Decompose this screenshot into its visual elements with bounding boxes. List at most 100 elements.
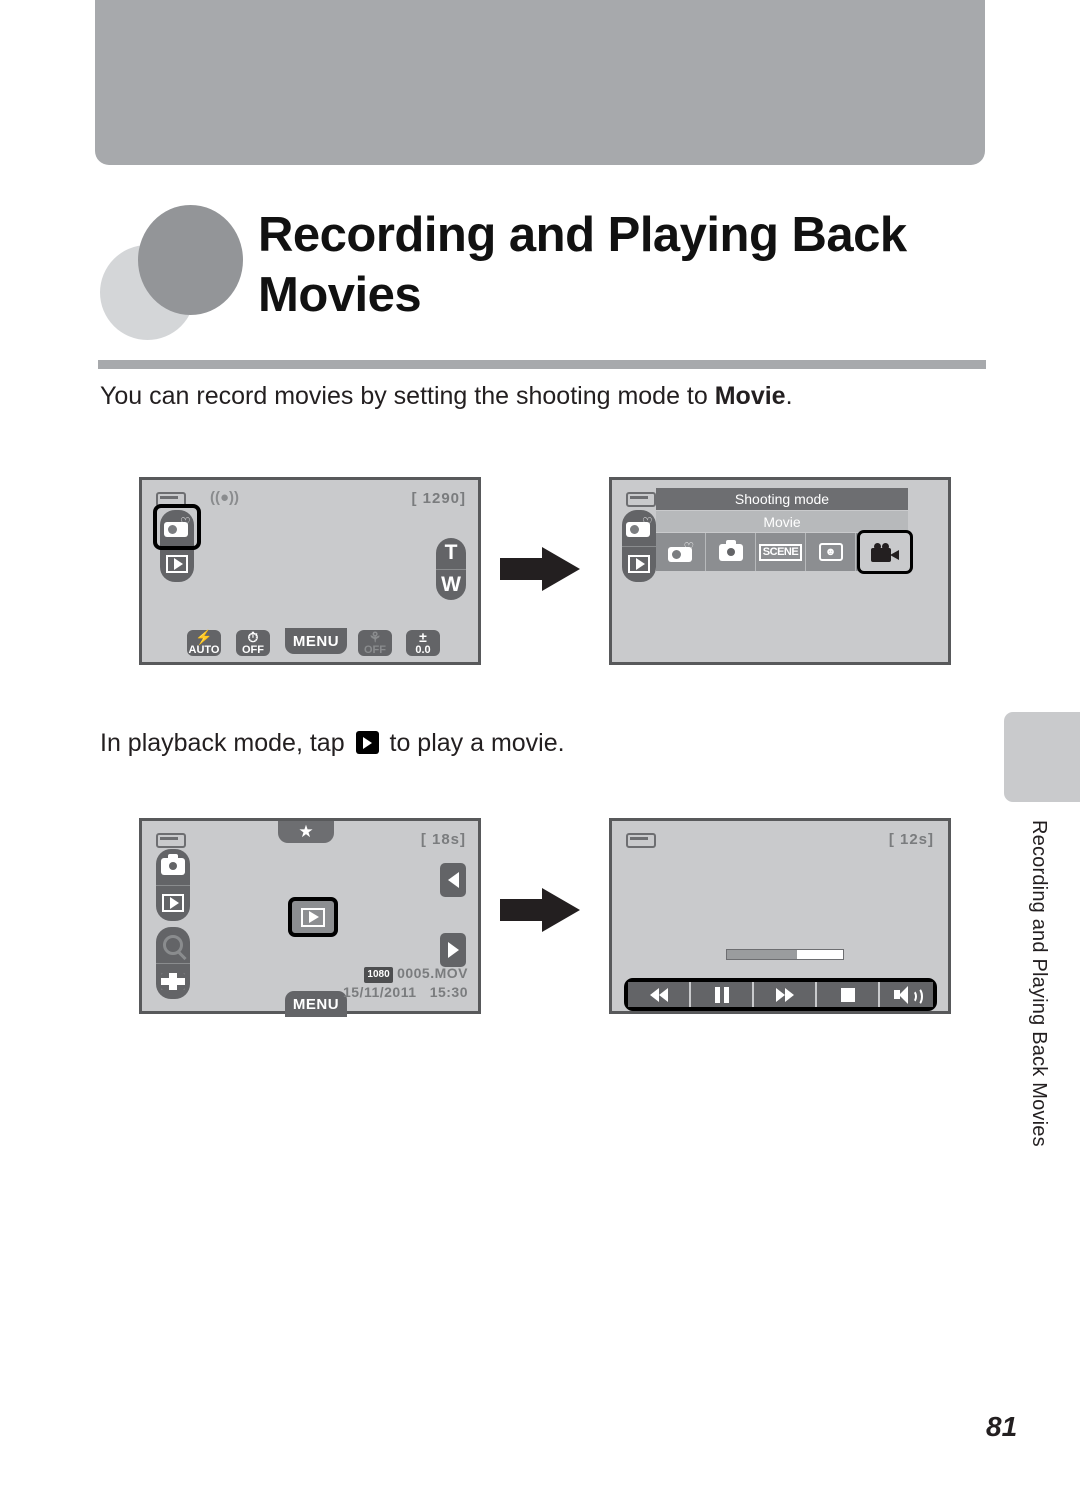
menu-button[interactable]: MENU: [285, 628, 347, 654]
playback-progress-fill: [727, 950, 797, 959]
zoom-wide-button[interactable]: W: [436, 568, 466, 601]
vibration-reduction-icon: ((●)): [210, 489, 240, 506]
favorites-button[interactable]: ★: [278, 821, 334, 843]
next-image-button[interactable]: [440, 933, 466, 967]
self-timer-label: OFF: [242, 644, 264, 656]
playback-paragraph: In playback mode, tap to play a movie.: [100, 727, 960, 761]
capture-time: 15:30: [429, 983, 468, 1000]
intro-paragraph: You can record movies by setting the sho…: [100, 380, 960, 414]
shooting-mode-menu-illustration: ♡ Shooting mode Movie ♡ SCENE ☻: [609, 477, 951, 665]
menu-button[interactable]: MENU: [285, 991, 347, 1017]
arrow-right-icon: [447, 942, 459, 958]
selection-highlight-movie-mode[interactable]: [857, 530, 913, 574]
shooting-mode-button[interactable]: [156, 849, 190, 885]
playback-mode-button[interactable]: [160, 545, 194, 583]
battery-icon: [626, 833, 656, 848]
flash-mode-button[interactable]: ⚡ AUTO: [187, 630, 221, 656]
pause-button[interactable]: [691, 982, 754, 1007]
arrow-left-icon: [447, 872, 459, 888]
stop-button[interactable]: [817, 982, 880, 1007]
fast-forward-button[interactable]: [754, 982, 817, 1007]
camera-icon: [718, 539, 743, 561]
magnifier-icon: [163, 934, 183, 955]
file-info: 1080 0005.MOV 15/11/2011 15:30: [343, 964, 468, 1002]
mode-option-smart-portrait[interactable]: ☻: [806, 533, 856, 571]
intro-text-before: You can record movies by setting the sho…: [100, 382, 715, 410]
thumbnail-grid-icon: [161, 972, 185, 990]
intro-text-after: .: [785, 382, 793, 410]
exposure-icon: ±: [419, 629, 427, 645]
volume-button[interactable]: [880, 982, 933, 1007]
playback-progress-bar[interactable]: [726, 949, 844, 960]
movie-camera-icon-selected: [871, 542, 899, 562]
playback-icon: [628, 555, 650, 574]
battery-icon: [156, 833, 186, 848]
previous-image-button[interactable]: [440, 863, 466, 897]
mode-option-scene-mode[interactable]: SCENE: [756, 533, 806, 571]
capture-date: 15/11/2011: [342, 983, 417, 1000]
auto-scene-icon: ♡: [667, 541, 694, 562]
shooting-mode-header: Shooting mode: [656, 488, 908, 510]
fast-forward-icon: [775, 987, 794, 1002]
smile-icon: ☻: [818, 543, 843, 561]
running-head: Recording and Playing Back Movies: [1028, 820, 1050, 1147]
playback-icon: [166, 555, 188, 574]
mode-option-auto-scene-selector[interactable]: ♡: [656, 533, 706, 571]
thumbnail-view-button[interactable]: [156, 962, 190, 1000]
title-decoration: [100, 205, 250, 340]
macro-mode-label: OFF: [364, 644, 386, 656]
playback-button-column-top[interactable]: [156, 849, 190, 921]
chapter-tab: [1004, 712, 1080, 802]
playback-mode-button[interactable]: [622, 545, 656, 583]
zoom-in-button[interactable]: [156, 927, 190, 963]
stop-icon: [840, 987, 855, 1002]
page-number: 81: [986, 1411, 1018, 1442]
scene-icon: SCENE: [758, 543, 803, 561]
resolution-badge: 1080: [364, 967, 393, 983]
shots-remaining-counter: [ 1290]: [411, 490, 466, 507]
movie-playback-screen-illustration: [ 12s]: [609, 818, 951, 1014]
zoom-control[interactable]: T W: [436, 538, 466, 600]
title-divider: [98, 360, 986, 369]
playback-icon: [162, 894, 184, 913]
exposure-compensation-button[interactable]: ± 0.0: [406, 630, 440, 656]
self-timer-button[interactable]: ⏱ OFF: [236, 630, 270, 656]
playback-text-after: to play a movie.: [382, 729, 565, 757]
page-title: Recording and Playing Back Movies: [258, 208, 907, 322]
movie-control-bar[interactable]: [624, 978, 937, 1011]
decorative-circle-front: [138, 205, 243, 315]
playback-screen-illustration: ★ [ 18s] MENU 1080 0005.MOV 15/11/2011 1…: [139, 818, 481, 1017]
rewind-button[interactable]: [628, 982, 691, 1007]
macro-icon: ⚘: [368, 629, 382, 645]
selected-mode-label: Movie: [656, 511, 908, 532]
play-icon: [355, 731, 379, 754]
header-band: [95, 0, 985, 165]
self-timer-icon: ⏱: [247, 629, 259, 645]
flash-mode-label: AUTO: [188, 644, 220, 656]
shooting-screen-illustration: ((●)) [ 1290] ♡ T W ⚡ AUTO ⏱ OFF MENU ⚘ …: [139, 477, 481, 665]
playback-text-before: In playback mode, tap: [100, 729, 352, 757]
play-icon: [301, 907, 325, 927]
auto-scene-icon: ♡: [626, 516, 653, 538]
movie-duration-counter: [ 12s]: [888, 831, 934, 848]
flow-arrow-1: [500, 547, 580, 591]
flash-icon: ⚡: [195, 629, 213, 645]
intro-text-bold: Movie: [714, 382, 786, 410]
selection-highlight-shooting-mode: [153, 504, 201, 550]
playback-mode-button[interactable]: [156, 884, 190, 922]
flow-arrow-2: [500, 888, 580, 932]
volume-icon: [893, 985, 923, 1006]
mode-option-auto-mode[interactable]: [706, 533, 756, 571]
zoom-tele-button[interactable]: T: [436, 538, 466, 569]
auto-scene-mode-button[interactable]: ♡: [622, 510, 656, 546]
manual-page: Recording and Playing Back Movies You ca…: [0, 0, 1080, 1486]
play-movie-button[interactable]: [288, 897, 338, 937]
battery-icon: [626, 492, 656, 507]
macro-mode-button[interactable]: ⚘ OFF: [358, 630, 392, 656]
rewind-icon: [649, 987, 668, 1002]
mode-button-column[interactable]: ♡: [622, 510, 656, 582]
pause-icon: [714, 986, 729, 1003]
playback-button-column-bottom[interactable]: [156, 927, 190, 999]
file-name: 0005.MOV: [397, 965, 468, 981]
camera-icon: [161, 854, 185, 876]
